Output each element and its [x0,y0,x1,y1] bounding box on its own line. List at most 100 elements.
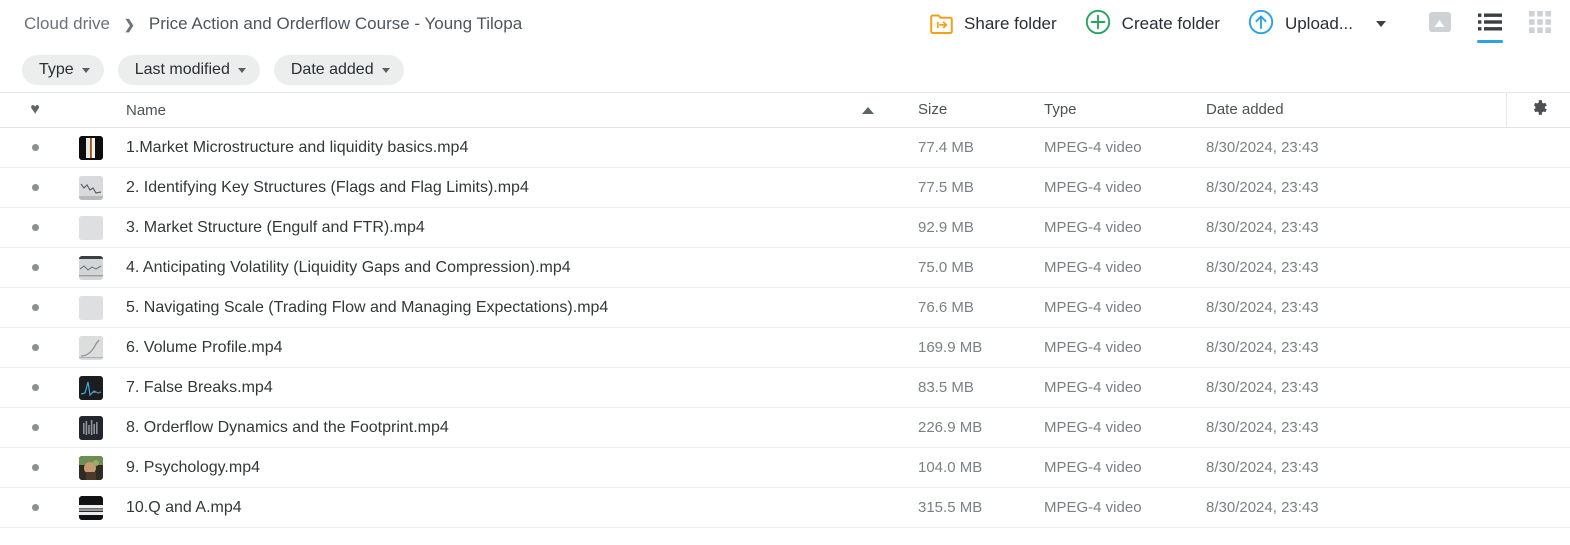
row-size-cell: 92.9 MB [918,219,1044,237]
type-column-header[interactable]: Type [1044,101,1206,119]
list-view-button[interactable] [1476,8,1504,43]
row-date-cell: 8/30/2024, 23:43 [1206,179,1506,197]
table-row[interactable]: 6. Volume Profile.mp4 169.9 MB MPEG-4 vi… [0,328,1570,368]
grid-icon [1529,10,1551,38]
create-folder-button[interactable]: Create folder [1071,5,1234,44]
thumb-blank-light-icon [79,295,103,320]
table-row[interactable]: 9. Psychology.mp4 104.0 MB MPEG-4 video … [0,448,1570,488]
row-name-cell[interactable]: 9. Psychology.mp4 [112,459,862,477]
row-type-cell: MPEG-4 video [1044,499,1206,517]
row-name-cell[interactable]: 1.Market Microstructure and liquidity ba… [112,139,862,157]
plus-circle-icon [1085,9,1111,40]
row-thumbnail [70,215,112,240]
thumb-dark-bars-icon [79,135,103,160]
row-name-cell[interactable]: 10.Q and A.mp4 [112,499,862,517]
table-row[interactable]: 10.Q and A.mp4 315.5 MB MPEG-4 video 8/3… [0,488,1570,528]
thumb-dark-candles-icon [79,415,103,440]
row-type-cell: MPEG-4 video [1044,459,1206,477]
thumb-chart-light-icon [79,175,103,200]
list-view-active-indicator [1477,40,1503,43]
size-column-header[interactable]: Size [918,101,1044,119]
thumb-chart-grey-icon [79,255,103,280]
table-row[interactable]: 7. False Breaks.mp4 83.5 MB MPEG-4 video… [0,368,1570,408]
upload-circle-icon [1248,9,1274,40]
chevron-down-icon [81,67,90,73]
row-favorite-toggle[interactable] [0,304,70,311]
row-favorite-toggle[interactable] [0,464,70,471]
row-size-cell: 76.6 MB [918,299,1044,317]
row-favorite-toggle[interactable] [0,504,70,511]
file-size: 76.6 MB [918,298,974,316]
row-name-cell[interactable]: 7. False Breaks.mp4 [112,379,862,397]
row-favorite-toggle[interactable] [0,184,70,191]
row-gear-spacer [1506,248,1570,287]
file-type: MPEG-4 video [1044,498,1142,516]
sort-ascending-icon [862,106,874,114]
row-thumbnail [70,135,112,160]
file-type: MPEG-4 video [1044,298,1142,316]
row-type-cell: MPEG-4 video [1044,299,1206,317]
size-column-label: Size [918,101,948,118]
table-row[interactable]: 4. Anticipating Volatility (Liquidity Ga… [0,248,1570,288]
breadcrumb-current[interactable]: Price Action and Orderflow Course - Youn… [149,14,522,34]
breadcrumb-root[interactable]: Cloud drive [24,14,110,34]
date-added-column-label: Date added [1206,101,1284,118]
row-name-cell[interactable]: 2. Identifying Key Structures (Flags and… [112,179,862,197]
row-date-cell: 8/30/2024, 23:43 [1206,299,1506,317]
filter-chip-bar: Type Last modified Date added [0,48,1570,92]
row-favorite-toggle[interactable] [0,344,70,351]
row-favorite-toggle[interactable] [0,144,70,151]
filter-chip-type[interactable]: Type [22,55,104,85]
favorite-column-header[interactable]: ♥ [0,102,70,118]
file-name: 4. Anticipating Volatility (Liquidity Ga… [126,258,571,276]
file-date-added: 8/30/2024, 23:43 [1206,138,1319,156]
row-name-cell[interactable]: 8. Orderflow Dynamics and the Footprint.… [112,419,862,437]
table-row[interactable]: 1.Market Microstructure and liquidity ba… [0,128,1570,168]
row-favorite-toggle[interactable] [0,224,70,231]
row-name-cell[interactable]: 6. Volume Profile.mp4 [112,339,862,357]
table-row[interactable]: 8. Orderflow Dynamics and the Footprint.… [0,408,1570,448]
filter-chip-type-label: Type [39,61,74,78]
row-name-cell[interactable]: 3. Market Structure (Engulf and FTR).mp4 [112,219,862,237]
file-name: 10.Q and A.mp4 [126,498,242,516]
breadcrumb-separator-icon: ❯ [124,16,135,32]
share-folder-button[interactable]: Share folder [916,10,1071,38]
chevron-down-icon[interactable] [1376,21,1386,27]
row-date-cell: 8/30/2024, 23:43 [1206,339,1506,357]
file-type: MPEG-4 video [1044,378,1142,396]
row-favorite-toggle[interactable] [0,384,70,391]
row-thumbnail [70,295,112,320]
row-name-cell[interactable]: 5. Navigating Scale (Trading Flow and Ma… [112,299,862,317]
file-table-body: 1.Market Microstructure and liquidity ba… [0,128,1570,528]
favorite-dot-icon [31,224,39,231]
row-favorite-toggle[interactable] [0,264,70,271]
row-size-cell: 75.0 MB [918,259,1044,277]
file-date-added: 8/30/2024, 23:43 [1206,498,1319,516]
row-thumbnail [70,255,112,280]
row-gear-spacer [1506,288,1570,327]
row-size-cell: 77.5 MB [918,179,1044,197]
name-sort-indicator[interactable] [862,106,918,114]
file-date-added: 8/30/2024, 23:43 [1206,298,1319,316]
table-row[interactable]: 5. Navigating Scale (Trading Flow and Ma… [0,288,1570,328]
name-column-header[interactable]: Name [112,102,862,119]
date-added-column-header[interactable]: Date added [1206,101,1506,119]
filter-chip-date-added[interactable]: Date added [273,55,404,85]
row-thumbnail [70,375,112,400]
gallery-view-button[interactable] [1426,8,1454,40]
row-gear-spacer [1506,208,1570,247]
upload-button[interactable]: Upload... [1234,5,1400,44]
table-row[interactable]: 2. Identifying Key Structures (Flags and… [0,168,1570,208]
grid-view-button[interactable] [1526,8,1554,40]
file-type: MPEG-4 video [1044,338,1142,356]
filter-chip-last-modified[interactable]: Last modified [117,55,260,85]
thumb-dark-stripe-icon [79,495,103,520]
table-row[interactable]: 3. Market Structure (Engulf and FTR).mp4… [0,208,1570,248]
file-date-added: 8/30/2024, 23:43 [1206,258,1319,276]
file-type: MPEG-4 video [1044,178,1142,196]
row-name-cell[interactable]: 4. Anticipating Volatility (Liquidity Ga… [112,259,862,277]
share-folder-label: Share folder [964,14,1057,33]
column-settings-button[interactable] [1506,93,1570,127]
row-gear-spacer [1506,368,1570,407]
row-favorite-toggle[interactable] [0,424,70,431]
